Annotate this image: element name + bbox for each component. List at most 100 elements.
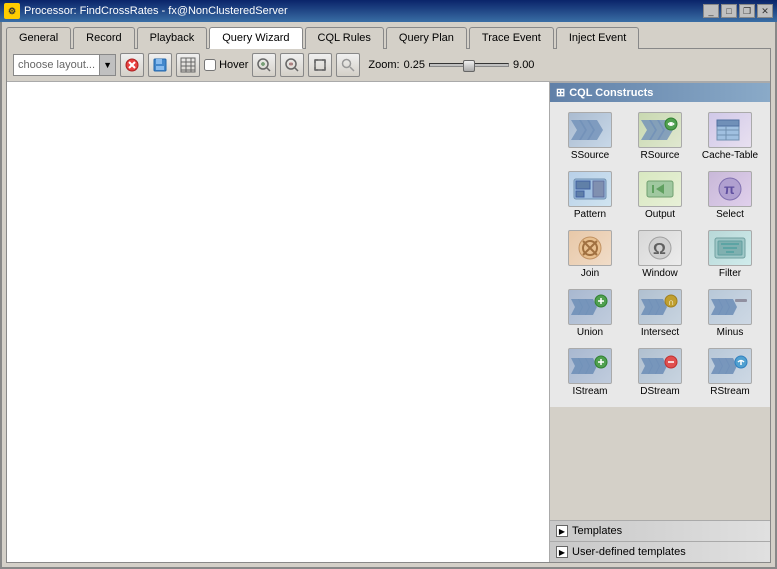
tab-injectevent[interactable]: Inject Event (556, 27, 639, 49)
user-templates-header[interactable]: ▶ User-defined templates (550, 542, 770, 562)
tab-traceevent[interactable]: Trace Event (469, 27, 554, 49)
user-templates-expand-icon[interactable]: ▶ (556, 546, 568, 558)
construct-join[interactable]: Join (556, 226, 624, 283)
maximize-button[interactable]: □ (721, 4, 737, 18)
construct-cachetable[interactable]: Cache-Table (696, 108, 764, 165)
minus-label: Minus (717, 327, 744, 338)
search-button[interactable] (336, 53, 360, 77)
istream-label: IStream (572, 386, 607, 397)
templates-label: Templates (572, 525, 622, 537)
ssource-label: SSource (571, 150, 609, 161)
filter-label: Filter (719, 268, 741, 279)
construct-ssource[interactable]: SSource (556, 108, 624, 165)
restore-button[interactable]: ❐ (739, 4, 755, 18)
window-icon: Ω (638, 230, 682, 266)
tab-bar: General Record Playback Query Wizard CQL… (2, 22, 775, 48)
construct-pattern[interactable]: Pattern (556, 167, 624, 224)
body-area: ⊞ CQL Constructs (7, 82, 770, 562)
construct-intersect[interactable]: ∩ Intersect (626, 285, 694, 342)
construct-output[interactable]: Output (626, 167, 694, 224)
clear-button[interactable] (120, 53, 144, 77)
zoom-in-icon (257, 58, 271, 72)
construct-dstream[interactable]: DStream (626, 344, 694, 401)
hover-label: Hover (219, 59, 248, 71)
layout-select[interactable]: choose layout... ▼ (13, 54, 116, 76)
cql-header-icon: ⊞ (556, 86, 565, 99)
rsource-label: RSource (641, 150, 680, 161)
app-icon: ⚙ (4, 3, 20, 19)
output-icon (638, 171, 682, 207)
svg-text:Ω: Ω (653, 241, 666, 258)
minimize-button[interactable]: _ (703, 4, 719, 18)
zoom-slider[interactable] (429, 63, 509, 67)
construct-window[interactable]: Ω Window (626, 226, 694, 283)
fit-icon (313, 58, 327, 72)
istream-icon (568, 348, 612, 384)
svg-text:π: π (724, 181, 735, 197)
search-icon (341, 58, 355, 72)
cql-constructs-title: CQL Constructs (569, 87, 653, 99)
intersect-icon: ∩ (638, 289, 682, 325)
zoom-out-icon (285, 58, 299, 72)
select-label: Select (716, 209, 744, 220)
select-icon: π (708, 171, 752, 207)
tab-record[interactable]: Record (73, 27, 134, 49)
rstream-label: RStream (710, 386, 749, 397)
construct-rstream[interactable]: RStream (696, 344, 764, 401)
fit-button[interactable] (308, 53, 332, 77)
zoom-in-button[interactable] (252, 53, 276, 77)
join-icon (568, 230, 612, 266)
tab-playback[interactable]: Playback (137, 27, 208, 49)
zoom-slider-container[interactable] (429, 63, 509, 67)
construct-istream[interactable]: IStream (556, 344, 624, 401)
construct-minus[interactable]: Minus (696, 285, 764, 342)
zoom-area: Zoom: 0.25 9.00 (368, 59, 534, 71)
pattern-label: Pattern (574, 209, 606, 220)
construct-union[interactable]: Union (556, 285, 624, 342)
close-button[interactable]: ✕ (757, 4, 773, 18)
hover-checkbox[interactable]: Hover (204, 59, 248, 71)
title-bar-controls: _ □ ❐ ✕ (703, 4, 773, 18)
zoom-handle[interactable] (463, 60, 475, 72)
zoom-label: Zoom: (368, 59, 399, 71)
save-icon (153, 58, 167, 72)
zoom-min-value: 0.25 (404, 59, 425, 71)
tab-queryplan[interactable]: Query Plan (386, 27, 467, 49)
title-text: Processor: FindCrossRates - fx@NonCluste… (24, 5, 288, 17)
cachetable-icon (708, 112, 752, 148)
tab-querywizard[interactable]: Query Wizard (209, 27, 302, 49)
window-label: Window (642, 268, 678, 279)
canvas-area[interactable] (7, 82, 550, 562)
tab-cqlrules[interactable]: CQL Rules (305, 27, 384, 49)
zoom-max-value: 9.00 (513, 59, 534, 71)
grid-button[interactable] (176, 53, 200, 77)
user-templates-section: ▶ User-defined templates (550, 541, 770, 562)
cachetable-label: Cache-Table (702, 150, 758, 161)
construct-select[interactable]: π Select (696, 167, 764, 224)
pattern-icon (568, 171, 612, 207)
ssource-icon (568, 112, 612, 148)
templates-expand-icon[interactable]: ▶ (556, 525, 568, 537)
layout-select-arrow[interactable]: ▼ (99, 55, 115, 75)
construct-filter[interactable]: Filter (696, 226, 764, 283)
dstream-label: DStream (640, 386, 679, 397)
union-icon (568, 289, 612, 325)
clear-icon (125, 58, 139, 72)
rsource-icon (638, 112, 682, 148)
templates-section: ▶ Templates (550, 520, 770, 541)
zoom-out-button[interactable] (280, 53, 304, 77)
output-label: Output (645, 209, 675, 220)
join-label: Join (581, 268, 599, 279)
save-button[interactable] (148, 53, 172, 77)
title-bar: ⚙ Processor: FindCrossRates - fx@NonClus… (0, 0, 777, 22)
hover-checkbox-input[interactable] (204, 59, 216, 71)
title-bar-left: ⚙ Processor: FindCrossRates - fx@NonClus… (4, 3, 288, 19)
right-panel: ⊞ CQL Constructs (550, 82, 770, 562)
minus-icon (708, 289, 752, 325)
templates-header[interactable]: ▶ Templates (550, 521, 770, 541)
intersect-label: Intersect (641, 327, 679, 338)
construct-rsource[interactable]: RSource (626, 108, 694, 165)
grid-icon (180, 57, 196, 73)
tab-general[interactable]: General (6, 27, 71, 49)
user-templates-label: User-defined templates (572, 546, 686, 558)
